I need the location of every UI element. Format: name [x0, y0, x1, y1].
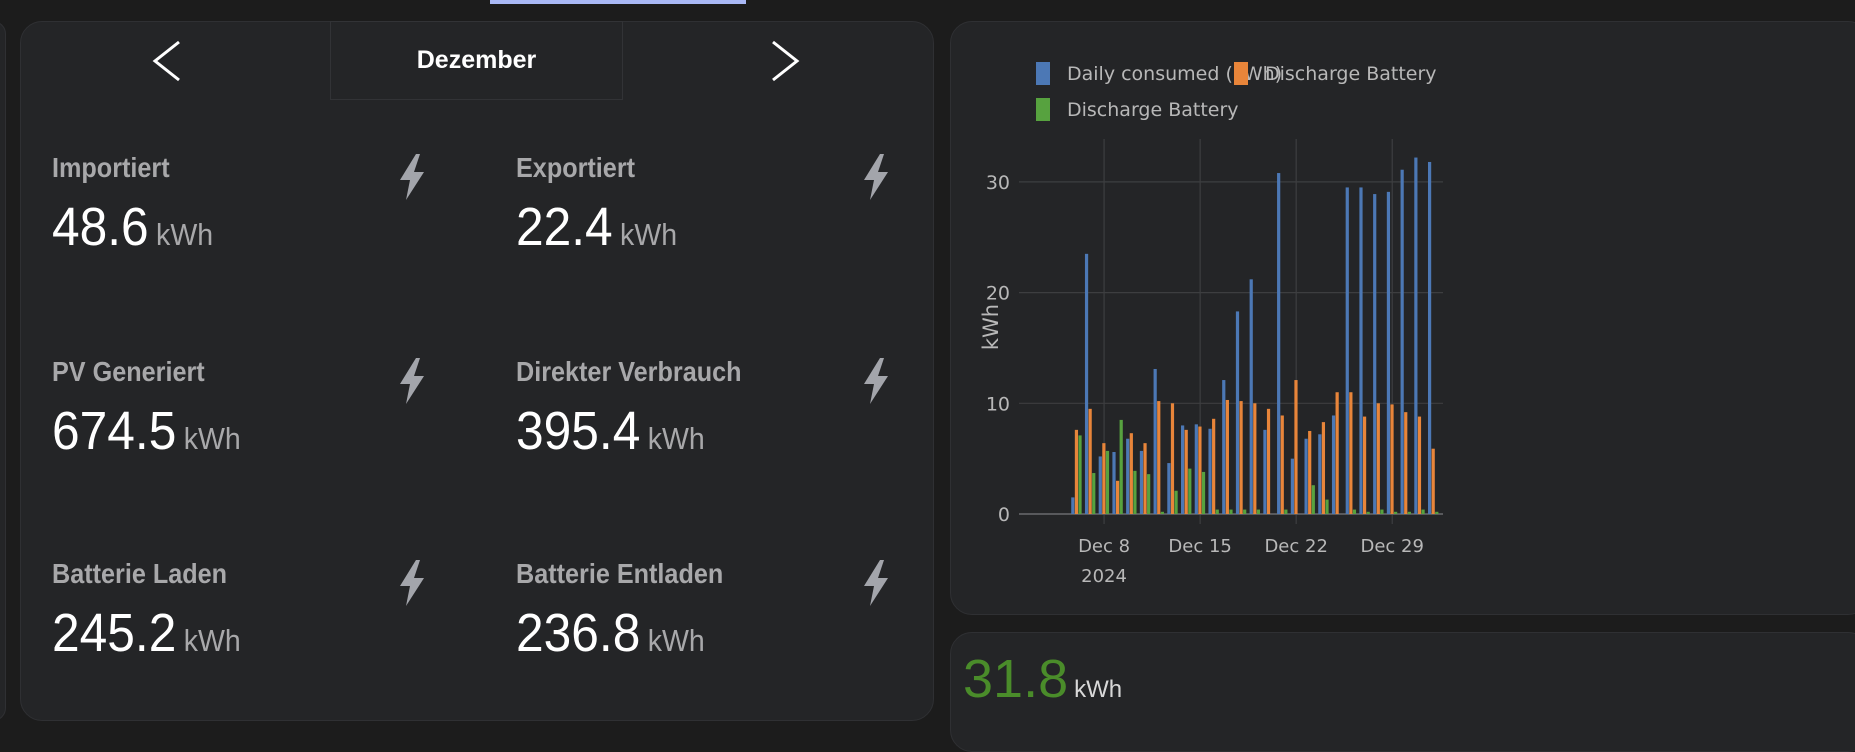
daily-value: 31.8 kWh — [963, 648, 1122, 710]
bar-2-10 — [1133, 470, 1137, 514]
y-tick-label: 10 — [986, 393, 1010, 415]
y-tick-label: 30 — [986, 172, 1010, 194]
bar-1-21 — [1280, 415, 1284, 514]
bar-2-27 — [1366, 511, 1370, 514]
bar-0-30 — [1400, 169, 1404, 514]
bar-2-19 — [1256, 509, 1261, 514]
bar-2-8 — [1105, 450, 1110, 514]
bar-1-13 — [1170, 403, 1175, 514]
bar-2-24 — [1325, 499, 1329, 514]
bar-2-6 — [1078, 435, 1082, 514]
bar-0-15 — [1194, 424, 1198, 514]
bar-1-26 — [1349, 392, 1353, 514]
bar-0-32 — [1427, 161, 1432, 514]
bar-2-32 — [1435, 511, 1439, 514]
bar-2-31 — [1421, 509, 1425, 514]
bar-0-18 — [1235, 311, 1240, 514]
bar-2-7 — [1092, 473, 1096, 514]
bar-2-9 — [1119, 419, 1123, 514]
bar-0-24 — [1318, 434, 1322, 514]
bar-0-11 — [1139, 450, 1144, 514]
bar-1-31 — [1417, 416, 1422, 514]
y-tick-label: 0 — [998, 504, 1010, 526]
daily-energy-bar-chart: Dec 8 2024 Dec 15 Dec 22 Dec 29 0 10 20 30 kWh Dai… — [979, 62, 1443, 587]
bar-1-7 — [1088, 408, 1092, 514]
bar-2-13 — [1174, 490, 1178, 514]
x-tick-label: Dec 15 — [1168, 536, 1231, 557]
bar-1-30 — [1404, 412, 1408, 514]
legend-label-2: Discharge Battery — [1067, 99, 1239, 121]
daily-value-number: 31.8 — [963, 649, 1069, 709]
bar-2-23 — [1311, 485, 1315, 514]
bar-1-15 — [1198, 426, 1202, 514]
bar-1-17 — [1225, 399, 1229, 514]
bar-2-21 — [1284, 509, 1288, 514]
bar-0-9 — [1112, 452, 1116, 514]
bar-0-28 — [1373, 194, 1377, 514]
bar-0-7 — [1084, 253, 1089, 515]
bar-2-12 — [1160, 511, 1164, 514]
bar-2-11 — [1147, 474, 1151, 514]
bar-1-14 — [1184, 429, 1188, 514]
bar-0-26 — [1345, 187, 1349, 514]
bar-1-6 — [1074, 429, 1079, 514]
legend-swatch-0 — [1036, 62, 1050, 85]
bar-1-24 — [1321, 422, 1326, 514]
bar-1-11 — [1143, 443, 1147, 514]
bar-0-8 — [1098, 456, 1102, 514]
bar-0-16 — [1208, 428, 1212, 514]
bar-0-29 — [1386, 191, 1391, 514]
bar-1-16 — [1212, 418, 1216, 514]
bar-2-26 — [1352, 509, 1357, 514]
bar-0-13 — [1167, 463, 1171, 514]
bar-1-9 — [1115, 480, 1120, 514]
bar-1-28 — [1376, 403, 1380, 514]
bar-1-20 — [1266, 408, 1271, 514]
legend-label-1: Discharge Battery — [1265, 63, 1437, 85]
x-tick-label: Dec 22 — [1264, 536, 1327, 557]
bar-0-6 — [1071, 497, 1075, 514]
bar-0-19 — [1249, 279, 1253, 514]
bar-1-22 — [1294, 380, 1298, 514]
y-axis-label: kWh — [979, 304, 1003, 350]
x-tick-label: Dec 8 — [1078, 536, 1130, 557]
bar-1-25 — [1335, 392, 1339, 514]
bar-0-10 — [1126, 438, 1130, 514]
bar-1-23 — [1308, 430, 1312, 514]
bar-1-10 — [1129, 433, 1133, 514]
bar-1-8 — [1102, 443, 1106, 514]
bar-2-14 — [1188, 468, 1192, 514]
bar-2-16 — [1215, 509, 1219, 514]
bar-1-12 — [1157, 401, 1161, 514]
bar-0-22 — [1290, 458, 1294, 514]
x-tick-sublabel: 2024 — [1081, 566, 1127, 587]
legend-swatch-2 — [1036, 98, 1050, 121]
bar-0-25 — [1331, 415, 1336, 514]
bar-1-19 — [1253, 403, 1257, 514]
y-tick-label: 20 — [986, 283, 1010, 305]
bar-0-23 — [1304, 438, 1308, 514]
bar-0-17 — [1222, 380, 1226, 514]
bar-2-18 — [1243, 509, 1247, 514]
bar-1-32 — [1431, 448, 1435, 514]
bar-0-20 — [1263, 429, 1267, 514]
bar-1-18 — [1239, 401, 1243, 514]
x-tick-label: Dec 29 — [1360, 536, 1423, 557]
legend-swatch-1 — [1234, 62, 1248, 85]
bar-0-31 — [1414, 157, 1418, 514]
bar-0-12 — [1153, 368, 1157, 514]
bar-0-21 — [1277, 173, 1281, 514]
bar-1-29 — [1390, 404, 1394, 514]
bar-2-29 — [1394, 511, 1398, 514]
bar-2-15 — [1201, 471, 1206, 514]
bar-0-27 — [1359, 187, 1363, 514]
bar-2-17 — [1229, 509, 1233, 514]
bar-0-14 — [1181, 425, 1185, 514]
legend-label-0: Daily consumed (kWh) — [1067, 63, 1282, 85]
bar-1-27 — [1362, 416, 1367, 514]
bar-2-28 — [1380, 509, 1384, 514]
bar-2-30 — [1407, 511, 1411, 514]
